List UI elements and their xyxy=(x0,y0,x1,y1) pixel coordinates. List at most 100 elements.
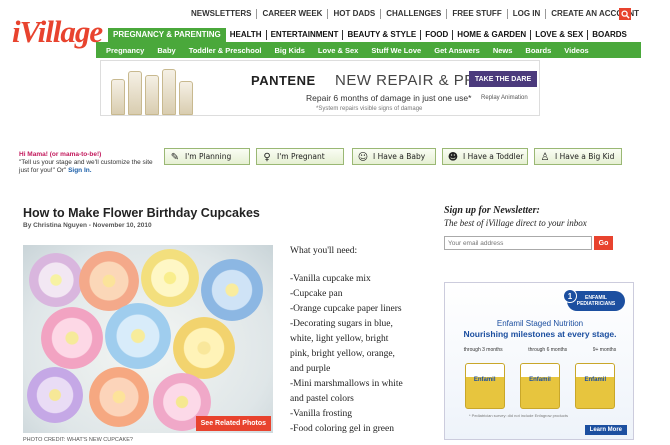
stage-greeting: Hi Mama! (or mama-to-be!) xyxy=(19,151,102,158)
stage-label: I Have a Toddler xyxy=(463,152,524,161)
newsletter-subtitle: The best of iVillage direct to your inbo… xyxy=(444,218,587,228)
newsletter-email-input[interactable] xyxy=(444,236,592,250)
ingredient-line: -Vanilla frosting xyxy=(290,409,353,419)
topnav-career-week[interactable]: CAREER WEEK xyxy=(256,9,327,19)
stage-big-kid-button[interactable]: ♙ I Have a Big Kid xyxy=(534,148,622,165)
subnav-news[interactable]: News xyxy=(493,46,513,55)
subnav-toddler-preschool[interactable]: Toddler & Preschool xyxy=(189,46,262,55)
ingredient-line: -Food coloring gel in green xyxy=(290,424,394,434)
ingredient-line: -Mini marshmallows in white xyxy=(290,379,403,389)
ingredients-heading: What you'll need: xyxy=(290,246,358,256)
formula-cans-image: Enfamil Enfamil Enfamil xyxy=(457,359,623,409)
ingredient-line: -Cupcake pan xyxy=(290,289,343,299)
main-nav: PREGNANCY & PARENTING HEALTH ENTERTAINME… xyxy=(108,28,631,42)
mainnav-boards[interactable]: BOARDS xyxy=(587,30,631,40)
ad-stage-labels: through 3 months through 6 months 9+ mon… xyxy=(451,347,629,353)
sub-nav: Pregnancy Baby Toddler & Preschool Big K… xyxy=(96,42,641,58)
formula-can: Enfamil xyxy=(575,363,616,409)
ingredient-line: -Vanilla cupcake mix xyxy=(290,274,371,284)
mainnav-entertainment[interactable]: ENTERTAINMENT xyxy=(265,30,343,40)
mainnav-health[interactable]: HEALTH xyxy=(226,30,266,40)
take-the-dare-button[interactable]: TAKE THE DARE xyxy=(469,71,537,87)
subnav-pregnancy[interactable]: Pregnancy xyxy=(106,46,144,55)
sign-in-link[interactable]: Sign In. xyxy=(68,167,91,174)
flower-cupcake xyxy=(27,367,83,423)
flower-cupcake xyxy=(41,307,103,369)
ad-subline: Repair 6 months of damage in just one us… xyxy=(306,93,472,103)
subnav-baby[interactable]: Baby xyxy=(157,46,175,55)
subnav-stuff-we-love[interactable]: Stuff We Love xyxy=(371,46,421,55)
subnav-get-answers[interactable]: Get Answers xyxy=(434,46,480,55)
ingredient-line: pink, bright yellow, orange, xyxy=(290,349,395,359)
ad-title: Enfamil Staged Nutrition xyxy=(496,319,584,328)
topnav-log-in[interactable]: LOG IN xyxy=(506,9,546,19)
flower-cupcake xyxy=(141,249,199,307)
topnav-challenges[interactable]: CHALLENGES xyxy=(380,9,446,19)
baby-icon: ☺ xyxy=(357,151,369,163)
ingredient-line: and pastel colors xyxy=(290,394,354,404)
photo-credit: PHOTO CREDIT: WHAT'S NEW CUPCAKE? xyxy=(23,437,133,443)
ad-stage-label: through 6 months xyxy=(528,347,568,353)
ad-brand: PANTENE xyxy=(251,73,316,88)
ingredient-line: and purple xyxy=(290,364,331,374)
flower-cupcake xyxy=(79,251,139,311)
ad-badge-number: 1 xyxy=(563,289,577,303)
big-kid-icon: ♙ xyxy=(540,151,550,163)
stage-label: I'm Pregnant xyxy=(277,152,325,161)
replay-animation-link[interactable]: Replay Animation xyxy=(481,95,528,101)
can-label: Enfamil xyxy=(529,377,551,383)
ingredient-line: -Orange cupcake paper liners xyxy=(290,304,402,314)
mainnav-home-garden[interactable]: HOME & GARDEN xyxy=(452,30,530,40)
search-button[interactable] xyxy=(619,8,631,20)
newsletter-go-button[interactable]: Go xyxy=(594,236,613,250)
mainnav-love-sex[interactable]: LOVE & SEX xyxy=(530,30,587,40)
see-related-photos-button[interactable]: See Related Photos xyxy=(195,416,271,431)
ad-tagline: Nourishing milestones at every stage. xyxy=(463,329,617,339)
ingredient-line: -Decorating sugars in blue, xyxy=(290,319,393,329)
subnav-big-kids[interactable]: Big Kids xyxy=(275,46,305,55)
formula-can: Enfamil xyxy=(464,363,505,409)
mainnav-pregnancy-parenting[interactable]: PREGNANCY & PARENTING xyxy=(108,28,226,42)
top-nav: NEWSLETTERS CAREER WEEK HOT DADS CHALLEN… xyxy=(186,9,644,19)
subnav-videos[interactable]: Videos xyxy=(564,46,588,55)
topnav-newsletters[interactable]: NEWSLETTERS xyxy=(186,9,256,19)
ingredients-list: What you'll need: -Vanilla cupcake mix -… xyxy=(290,244,430,437)
stage-pregnant-button[interactable]: ♀ I'm Pregnant xyxy=(256,148,344,165)
can-label: Enfamil xyxy=(584,377,607,383)
cupcake-photo[interactable]: See Related Photos xyxy=(23,245,273,433)
stage-baby-button[interactable]: ☺ I Have a Baby xyxy=(352,148,436,165)
flower-cupcake xyxy=(105,303,171,369)
topnav-hot-dads[interactable]: HOT DADS xyxy=(327,9,380,19)
article-title: How to Make Flower Birthday Cupcakes xyxy=(23,206,260,220)
stage-intro: Hi Mama! (or mama-to-be!) "Tell us your … xyxy=(19,151,159,175)
topnav-free-stuff[interactable]: FREE STUFF xyxy=(446,9,506,19)
ingredient-line: white, light yellow, bright xyxy=(290,334,389,344)
mainnav-beauty-style[interactable]: BEAUTY & STYLE xyxy=(342,30,420,40)
flower-cupcake xyxy=(29,253,83,307)
flower-cupcake xyxy=(173,317,235,379)
stage-planning-button[interactable]: ✎ I'm Planning xyxy=(164,148,250,165)
learn-more-button[interactable]: Learn More xyxy=(584,425,627,435)
mainnav-food[interactable]: FOOD xyxy=(420,30,452,40)
ivillage-logo[interactable]: iVillage xyxy=(12,14,103,50)
flower-cupcake xyxy=(89,367,149,427)
subnav-love-sex[interactable]: Love & Sex xyxy=(318,46,358,55)
ad-stage-label: 9+ months xyxy=(592,347,617,353)
ad-fine-print: * Pediatrician survey: did not include E… xyxy=(469,413,568,418)
stage-toddler-button[interactable]: ☻ I Have a Toddler xyxy=(442,148,528,165)
pantene-banner-ad[interactable]: PANTENE NEW REPAIR & PROTECT Repair 6 mo… xyxy=(100,60,540,116)
can-label: Enfamil xyxy=(473,377,496,383)
ad-disclaimer: *System repairs visible signs of damage xyxy=(316,106,423,112)
product-bottles-image xyxy=(111,65,211,115)
planning-icon: ✎ xyxy=(170,151,180,163)
pregnant-icon: ♀ xyxy=(263,151,271,163)
subnav-boards[interactable]: Boards xyxy=(525,46,551,55)
search-icon xyxy=(620,9,630,19)
stage-label: I Have a Baby xyxy=(373,152,426,161)
ad-stage-label: through 3 months xyxy=(463,347,503,353)
formula-can: Enfamil xyxy=(519,363,560,409)
enfamil-ad[interactable]: ENFAMIL PEDIATRICIANS 1 Enfamil Staged N… xyxy=(444,282,634,440)
toddler-icon: ☻ xyxy=(447,151,459,163)
article-byline: By Christina Nguyen - November 10, 2010 xyxy=(23,222,152,229)
flower-cupcake xyxy=(201,259,263,321)
